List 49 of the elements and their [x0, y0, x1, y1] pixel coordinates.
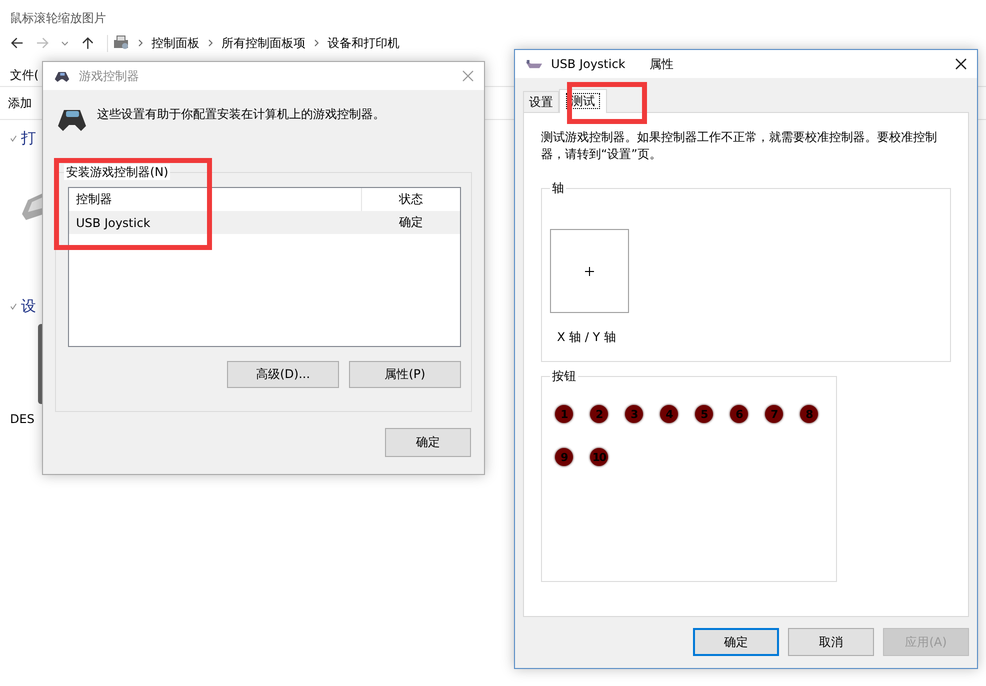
- menu-item[interactable]: 文件(: [10, 68, 39, 82]
- toolbar-button[interactable]: 添加: [8, 96, 32, 110]
- up-arrow-icon[interactable]: [80, 36, 95, 50]
- joystick-button-indicator: 7: [765, 405, 783, 423]
- chevron-right-icon: [314, 39, 320, 47]
- joystick-button-indicator: 6: [730, 405, 748, 423]
- joystick-button-indicator: 4: [660, 405, 678, 423]
- ok-button[interactable]: 确定: [385, 428, 471, 457]
- dialog-button[interactable]: 高级(D)...: [227, 361, 339, 388]
- chevron-right-icon: [138, 39, 144, 47]
- joystick-button-indicator: 10: [590, 448, 608, 466]
- tab[interactable]: 测试: [559, 89, 607, 113]
- gamepad-icon: [53, 70, 71, 82]
- joystick-button-indicator: 2: [590, 405, 608, 423]
- joystick-button-indicator: 1: [555, 405, 573, 423]
- dialog-button[interactable]: 属性(P): [349, 361, 461, 388]
- group-label: 安装游戏控制器(N): [64, 164, 170, 180]
- forward-arrow-icon[interactable]: [36, 36, 50, 50]
- window-title: USB Joystick: [551, 57, 626, 71]
- chevron-right-icon: [208, 39, 214, 47]
- dialog-button[interactable]: 确定: [693, 628, 779, 656]
- dialog-button[interactable]: 取消: [788, 628, 874, 656]
- breadcrumb[interactable]: 控制面板: [152, 34, 200, 52]
- axis-label: X 轴 / Y 轴: [557, 329, 617, 346]
- joystick-button-indicator: 9: [555, 448, 573, 466]
- device-label: DES: [10, 412, 34, 426]
- window-title: 属性: [649, 56, 674, 72]
- joystick-button-indicator: 8: [800, 405, 818, 423]
- joystick-icon: [525, 58, 543, 70]
- close-icon[interactable]: [955, 58, 967, 70]
- joystick-button-indicator: 3: [625, 405, 643, 423]
- description-text: 测试游戏控制器。如果控制器工作不正常，就需要校准控制器。要校准控制器，请转到“设置”页。: [541, 129, 938, 163]
- joystick-button-indicator: 5: [695, 405, 713, 423]
- window-title: 游戏控制器: [79, 68, 139, 84]
- crosshair-icon: [585, 266, 594, 276]
- group-label: 轴: [550, 180, 566, 196]
- column-header[interactable]: 控制器: [69, 191, 361, 208]
- back-arrow-icon[interactable]: [10, 36, 24, 50]
- breadcrumb[interactable]: 所有控制面板项: [222, 34, 306, 52]
- table-cell-text: 确定: [398, 214, 424, 231]
- group-label: 按钮: [550, 368, 578, 384]
- window-title: 鼠标滚轮缩放图片: [10, 10, 107, 27]
- tab[interactable]: 设置: [523, 91, 559, 112]
- intro-text: 这些设置有助于你配置安装在计算机上的游戏控制器。: [97, 106, 385, 122]
- table-cell-text: USB Joystick: [75, 216, 152, 230]
- section-header[interactable]: 设: [21, 296, 36, 316]
- breadcrumb[interactable]: 设备和打印机: [328, 34, 400, 52]
- section-header[interactable]: 打: [21, 128, 36, 148]
- list-row[interactable]: USB Joystick 确定: [69, 211, 460, 234]
